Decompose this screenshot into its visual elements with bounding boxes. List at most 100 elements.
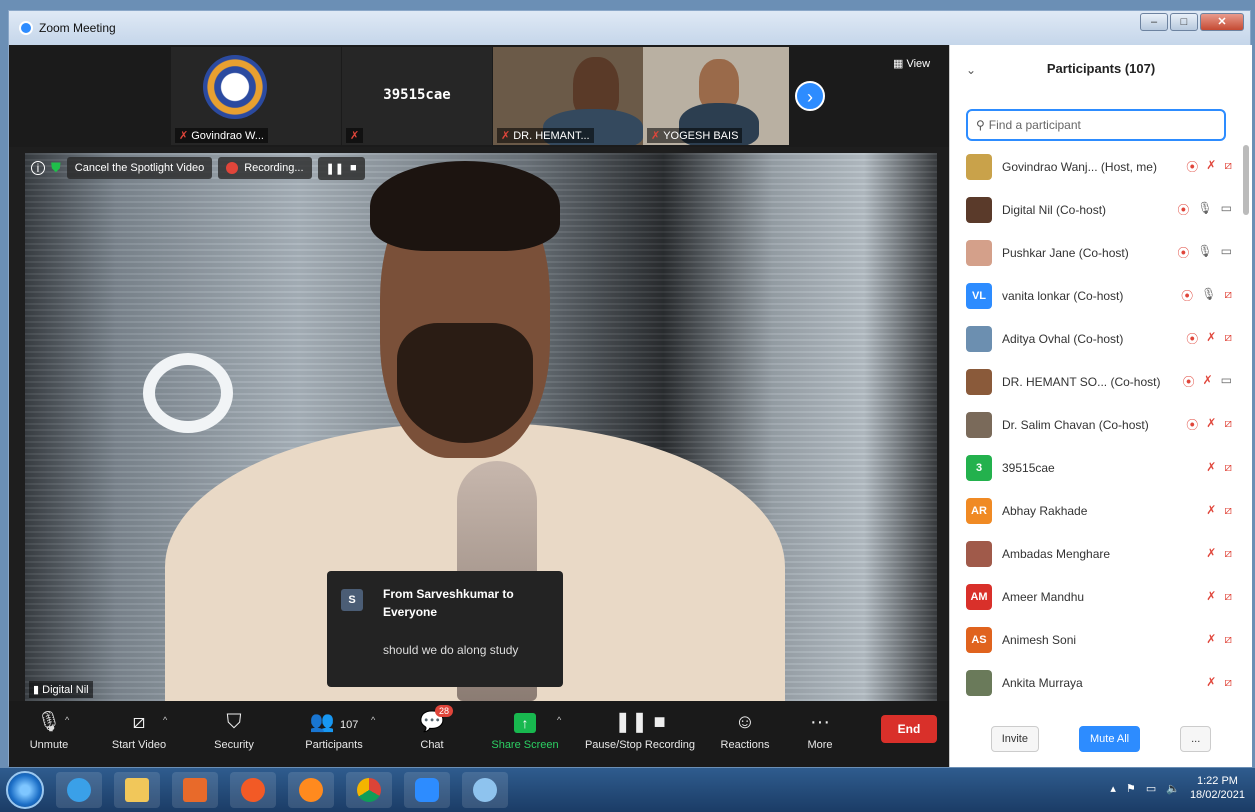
- participant-row[interactable]: Aditya Ovhal (Co-host) ⦿ ✗ ⧄: [950, 317, 1240, 360]
- thumbnail-39515cae[interactable]: 39515cae ✗: [342, 47, 492, 145]
- reactions-button[interactable]: ☺ Reactions: [705, 709, 785, 763]
- mic-muted-icon[interactable]: ✗: [1206, 675, 1216, 690]
- mic-muted-icon[interactable]: ✗: [1206, 460, 1216, 475]
- participant-name: Animesh Soni: [1002, 632, 1077, 647]
- participant-row[interactable]: Ankita Murraya ✗ ⧄: [950, 661, 1240, 704]
- info-icon[interactable]: i: [31, 161, 45, 175]
- taskbar-media[interactable]: [172, 772, 218, 808]
- participant-list: Govindrao Wanj... (Host, me) ⦿ ✗ ⧄ Digital N…: [950, 145, 1240, 704]
- chevron-up-icon[interactable]: ^: [557, 715, 561, 725]
- chat-button[interactable]: 💬 28 Chat: [389, 705, 475, 763]
- video-off-icon[interactable]: ⧄: [1224, 589, 1232, 604]
- taskbar-ie[interactable]: [56, 772, 102, 808]
- start-button[interactable]: [6, 771, 44, 809]
- search-input[interactable]: [988, 118, 1209, 132]
- meeting-stage: ✗ Govindrao W... 39515cae ✗ ✗ DR. HEMANT..…: [9, 45, 949, 767]
- video-off-icon[interactable]: ⧄: [1224, 546, 1232, 561]
- participant-search[interactable]: ⚲: [966, 109, 1226, 141]
- video-off-icon[interactable]: ⧄: [1224, 416, 1232, 433]
- thumbnail-hemant[interactable]: ✗ DR. HEMANT...: [493, 47, 643, 145]
- mute-all-button[interactable]: Mute All: [1078, 726, 1141, 752]
- video-icon[interactable]: ▭: [1221, 373, 1232, 390]
- firefox-icon: [299, 778, 323, 802]
- mic-muted-icon: ✗: [501, 130, 511, 142]
- taskbar-firefox[interactable]: [288, 772, 334, 808]
- maximize-button[interactable]: □: [1170, 13, 1198, 31]
- video-off-icon[interactable]: ⧄: [1224, 632, 1232, 647]
- mic-muted-icon[interactable]: ✗: [1203, 373, 1213, 390]
- participant-name: Abhay Rakhade: [1002, 503, 1088, 518]
- more-options-button[interactable]: ...: [1180, 726, 1212, 752]
- flag-icon[interactable]: ⚑: [1126, 782, 1136, 795]
- mic-muted-icon[interactable]: ✗: [1206, 546, 1216, 561]
- end-meeting-button[interactable]: End: [881, 715, 937, 743]
- invite-button[interactable]: Invite: [990, 726, 1039, 752]
- network-icon[interactable]: ▭: [1146, 782, 1156, 795]
- scrollbar[interactable]: [1243, 145, 1249, 215]
- taskbar-chrome[interactable]: [346, 772, 392, 808]
- stop-icon[interactable]: ■: [350, 162, 357, 174]
- mic-muted-icon[interactable]: ✗: [1206, 330, 1216, 347]
- participant-row[interactable]: AR Abhay Rakhade ✗ ⧄: [950, 489, 1240, 532]
- taskbar-brave[interactable]: [230, 772, 276, 808]
- participants-button[interactable]: 👥 107 ^ Participants: [279, 709, 389, 763]
- mic-muted-icon[interactable]: ✗: [1206, 416, 1216, 433]
- video-off-icon[interactable]: ⧄: [1224, 287, 1232, 304]
- participant-row[interactable]: Ambadas Menghare ✗ ⧄: [950, 532, 1240, 575]
- mic-muted-icon[interactable]: ✗: [1206, 589, 1216, 604]
- start-video-button[interactable]: ⧄ ^ Start Video: [89, 709, 189, 763]
- video-off-icon[interactable]: ⧄: [1224, 158, 1232, 175]
- video-off-icon[interactable]: ⧄: [1224, 675, 1232, 690]
- taskbar-paint[interactable]: [462, 772, 508, 808]
- share-screen-button[interactable]: ↑ ^ Share Screen: [475, 709, 575, 763]
- security-button[interactable]: ⛉ Security: [189, 709, 279, 763]
- taskbar-zoom[interactable]: [404, 772, 450, 808]
- mic-muted-icon[interactable]: ✗: [1206, 158, 1216, 175]
- participant-row[interactable]: 3 39515cae ✗ ⧄: [950, 446, 1240, 489]
- chat-notification[interactable]: S From Sarveshkumar to Everyone should w…: [327, 571, 563, 687]
- clock[interactable]: 1:22 PM 18/02/2021: [1190, 774, 1245, 802]
- thumbnail-govindrao[interactable]: ✗ Govindrao W...: [171, 47, 341, 145]
- participant-avatar: 3: [966, 454, 992, 481]
- participant-row[interactable]: Digital Nil (Co-host) ⦿ 🎙 ▭: [950, 188, 1240, 231]
- pause-stop-recording-button[interactable]: ❚❚ ■ Pause/Stop Recording: [575, 709, 705, 763]
- share-arrow-icon: ↑: [514, 713, 536, 733]
- show-hidden-icon[interactable]: ▴: [1110, 782, 1116, 795]
- participant-avatar: AR: [966, 497, 992, 524]
- minimize-button[interactable]: –: [1140, 13, 1168, 31]
- participant-row[interactable]: VL vanita lonkar (Co-host) ⦿ 🎙 ⧄: [950, 274, 1240, 317]
- participant-row[interactable]: Pushkar Jane (Co-host) ⦿ 🎙 ▭: [950, 231, 1240, 274]
- mic-icon[interactable]: 🎙: [1201, 287, 1216, 304]
- participant-row[interactable]: AS Animesh Soni ✗ ⧄: [950, 618, 1240, 661]
- taskbar-explorer[interactable]: [114, 772, 160, 808]
- participant-row[interactable]: DR. HEMANT SO... (Co-host) ⦿ ✗ ▭: [950, 360, 1240, 403]
- encryption-shield-icon[interactable]: ⛊: [51, 160, 61, 176]
- thumbnail-yogesh[interactable]: ✗ YOGESH BAIS: [643, 47, 789, 145]
- video-icon[interactable]: ▭: [1221, 201, 1232, 218]
- video-off-icon[interactable]: ⧄: [1224, 503, 1232, 518]
- chevron-up-icon[interactable]: ^: [163, 715, 167, 725]
- participant-row[interactable]: Govindrao Wanj... (Host, me) ⦿ ✗ ⧄: [950, 145, 1240, 188]
- more-button[interactable]: ··· More: [785, 709, 855, 763]
- chat-unread-badge: 28: [435, 705, 454, 717]
- cancel-spotlight-button[interactable]: Cancel the Spotlight Video: [66, 157, 213, 179]
- folder-icon: [125, 778, 149, 802]
- volume-icon[interactable]: 🔈: [1166, 782, 1180, 795]
- video-icon[interactable]: ▭: [1221, 244, 1232, 261]
- mic-icon[interactable]: 🎙: [1197, 244, 1212, 261]
- unmute-button[interactable]: 🎙 ^ Unmute: [9, 709, 89, 763]
- mic-muted-icon[interactable]: ✗: [1206, 632, 1216, 647]
- participant-row[interactable]: AM Ameer Mandhu ✗ ⧄: [950, 575, 1240, 618]
- chevron-up-icon[interactable]: ^: [65, 715, 69, 725]
- view-button[interactable]: ▦ View: [893, 57, 930, 70]
- mic-muted-icon[interactable]: ✗: [1206, 503, 1216, 518]
- mic-icon[interactable]: 🎙: [1197, 201, 1212, 218]
- zoom-app-icon: [19, 21, 33, 35]
- next-page-icon[interactable]: ›: [795, 81, 825, 111]
- video-off-icon[interactable]: ⧄: [1224, 330, 1232, 347]
- video-off-icon[interactable]: ⧄: [1224, 460, 1232, 475]
- participant-row[interactable]: Dr. Salim Chavan (Co-host) ⦿ ✗ ⧄: [950, 403, 1240, 446]
- pause-icon[interactable]: ❚❚: [326, 162, 344, 175]
- close-button[interactable]: ✕: [1200, 13, 1244, 31]
- chevron-up-icon[interactable]: ^: [371, 715, 375, 725]
